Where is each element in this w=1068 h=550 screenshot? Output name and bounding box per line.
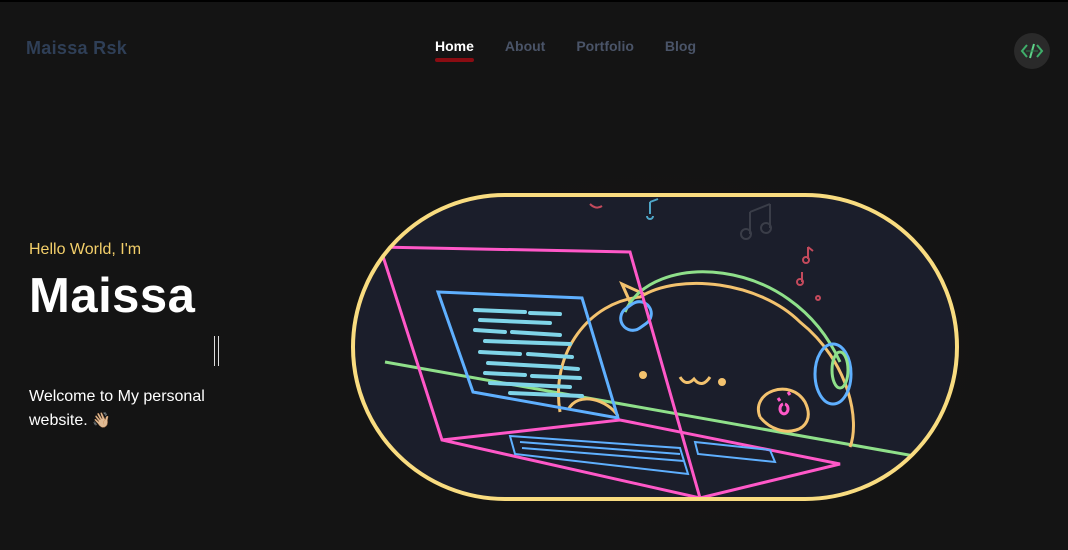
hero-name: Maissa: [29, 269, 196, 323]
hero-greeting: Hello World, I'm: [29, 241, 142, 258]
code-logo-button[interactable]: [1014, 33, 1050, 69]
welcome-text: Welcome to My personal website.: [29, 388, 205, 429]
wave-emoji: 👋🏼: [92, 412, 111, 429]
main-nav: Home About Portfolio Blog: [435, 38, 696, 62]
nav-home[interactable]: Home: [435, 38, 474, 62]
brand-logo-text[interactable]: Maissa Rsk: [26, 38, 127, 59]
typing-cursor: [214, 336, 219, 366]
nav-blog[interactable]: Blog: [665, 38, 696, 60]
code-brackets-icon: [1020, 43, 1044, 59]
cat-coding-illustration: [351, 193, 959, 501]
nav-about[interactable]: About: [505, 38, 545, 60]
hero-welcome: Welcome to My personal website. 👋🏼: [29, 385, 249, 433]
top-border: [0, 0, 1068, 2]
nav-portfolio[interactable]: Portfolio: [576, 38, 634, 60]
